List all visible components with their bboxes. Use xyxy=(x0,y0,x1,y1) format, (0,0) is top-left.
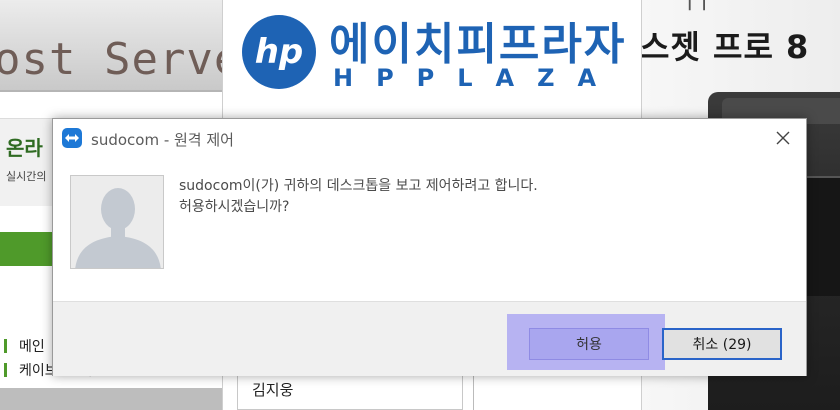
brand-latin-name: HPPLAZA xyxy=(333,64,620,92)
dialog-button-bar: 허용 취소 (29) xyxy=(53,301,806,376)
brand-korean-name: 에이치피프라자 xyxy=(329,19,627,70)
left-site-header: ost Serve xyxy=(0,0,222,92)
avatar xyxy=(70,175,164,269)
menu-separator xyxy=(4,339,7,353)
remote-control-dialog: sudocom - 원격 제어 sudocom이(가) 귀하의 데스크톱을 보고… xyxy=(52,118,807,376)
left-site-menu-item[interactable]: 메인 xyxy=(19,339,45,355)
cancel-button[interactable]: 취소 (29) xyxy=(662,328,782,360)
menu-separator xyxy=(4,363,7,377)
left-site-header-text: ost Serve xyxy=(0,34,222,85)
hp-logo-text: hp xyxy=(255,32,304,72)
dialog-titlebar[interactable]: sudocom - 원격 제어 xyxy=(53,119,806,157)
product-title: 스젯 프로 8 xyxy=(642,28,810,66)
person-name: 김지웅 xyxy=(252,381,294,399)
allow-button[interactable]: 허용 xyxy=(529,328,649,360)
left-site-menu-row[interactable]: 메인 xyxy=(4,336,45,356)
close-button[interactable] xyxy=(766,123,800,153)
right-site-top-fragment: | | xyxy=(686,0,708,11)
hp-logo-icon: hp xyxy=(242,15,316,89)
user-silhouette-icon xyxy=(71,176,163,268)
left-site-online-text: 온라 xyxy=(6,136,43,160)
left-site-bottom-strip xyxy=(0,388,222,410)
left-site-green-bar xyxy=(0,232,60,266)
teamviewer-arrow-icon xyxy=(65,134,79,142)
dialog-message-line: sudocom이(가) 귀하의 데스크톱을 보고 제어하려고 합니다. xyxy=(179,178,538,194)
center-site-divider xyxy=(473,370,474,410)
dialog-message-line: 허용하시겠습니까? xyxy=(179,199,290,215)
left-site-realtime-text: 실시간의 xyxy=(6,170,47,183)
close-icon[interactable] xyxy=(775,130,791,146)
dialog-title: sudocom - 원격 제어 xyxy=(91,131,234,149)
center-site-list-box: 김지웅 xyxy=(237,370,463,410)
dialog-message: sudocom이(가) 귀하의 데스크톱을 보고 제어하려고 합니다. 허용하시… xyxy=(179,176,538,218)
teamviewer-icon xyxy=(62,128,82,148)
